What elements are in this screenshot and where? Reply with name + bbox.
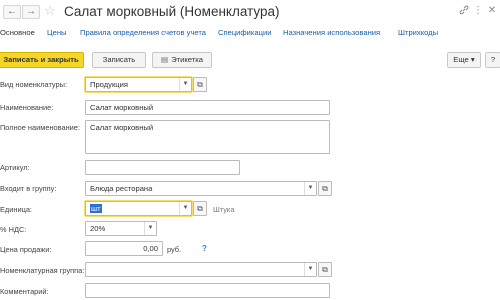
name-label: Наименование: xyxy=(0,103,54,112)
full-name-label: Полное наименование: xyxy=(0,123,80,132)
close-icon[interactable]: ✕ xyxy=(486,5,498,17)
chevron-down-icon[interactable]: ▼ xyxy=(179,202,191,215)
price-input[interactable]: 0,00 xyxy=(85,241,163,256)
title-bar: ← → ☆ Салат морковный (Номенклатура) ⋮ ✕ xyxy=(0,0,500,24)
page-title: Салат морковный (Номенклатура) xyxy=(64,4,280,19)
unit-hint: Штука xyxy=(213,205,235,214)
comment-label: Комментарий: xyxy=(0,287,49,296)
name-input[interactable]: Салат морковный xyxy=(85,100,330,115)
arrow-left-icon: ← xyxy=(7,6,17,17)
group-label: Входит в группу: xyxy=(0,184,57,193)
toolbar: Записать и закрыть Записать ▤ Этикетка Ещ… xyxy=(0,52,500,70)
label-print-button[interactable]: ▤ Этикетка xyxy=(152,52,212,68)
open-icon: ⧉ xyxy=(322,184,328,193)
group-value: Блюда ресторана xyxy=(90,184,153,193)
printer-icon: ▤ xyxy=(161,55,169,64)
save-button[interactable]: Записать xyxy=(92,52,146,68)
vat-select[interactable]: 20% ▼ xyxy=(85,221,157,236)
link-icon[interactable] xyxy=(458,5,470,19)
forward-button[interactable]: → xyxy=(22,5,40,19)
tab-account-rules[interactable]: Правила определения счетов учета xyxy=(80,28,206,37)
unit-open-button[interactable]: ⧉ xyxy=(193,201,207,216)
arrow-right-icon: → xyxy=(26,6,36,17)
open-icon: ⧉ xyxy=(322,265,328,274)
open-icon: ⧉ xyxy=(197,80,203,89)
chevron-down-icon: ▾ xyxy=(470,55,475,64)
vat-label: % НДС: xyxy=(0,225,27,234)
chevron-down-icon[interactable]: ▼ xyxy=(304,182,316,195)
tab-barcodes[interactable]: Штрихкоды xyxy=(398,28,438,37)
price-help-icon[interactable]: ? xyxy=(202,244,207,253)
type-value: Продукция xyxy=(90,80,128,89)
unit-value: шт xyxy=(90,204,102,213)
type-select[interactable]: Продукция ▼ xyxy=(85,77,192,92)
nom-group-label: Номенклатурная группа: xyxy=(0,266,85,275)
article-input[interactable] xyxy=(85,160,240,175)
chevron-down-icon[interactable]: ▼ xyxy=(144,222,156,235)
back-button[interactable]: ← xyxy=(3,5,21,19)
currency-label: руб. xyxy=(167,245,182,254)
tab-prices[interactable]: Цены xyxy=(47,28,67,37)
chevron-down-icon[interactable]: ▼ xyxy=(304,263,316,276)
save-and-close-button[interactable]: Записать и закрыть xyxy=(0,52,84,68)
tab-specifications[interactable]: Спецификации xyxy=(218,28,271,37)
comment-input[interactable] xyxy=(85,283,330,298)
more-label: Еще xyxy=(453,55,469,64)
unit-label: Единица: xyxy=(0,205,32,214)
more-button[interactable]: Еще ▾ xyxy=(447,52,481,68)
price-label: Цена продажи: xyxy=(0,245,52,254)
help-button[interactable]: ? xyxy=(485,52,500,68)
article-label: Артикул: xyxy=(0,163,30,172)
more-vertical-icon[interactable]: ⋮ xyxy=(472,5,484,17)
chevron-down-icon[interactable]: ▼ xyxy=(179,78,191,91)
group-select[interactable]: Блюда ресторана ▼ xyxy=(85,181,317,196)
type-label: Вид номенклатуры: xyxy=(0,80,68,89)
vat-value: 20% xyxy=(90,224,106,233)
group-open-button[interactable]: ⧉ xyxy=(318,181,332,196)
label-print-text: Этикетка xyxy=(171,55,203,64)
nom-group-open-button[interactable]: ⧉ xyxy=(318,262,332,277)
open-icon: ⧉ xyxy=(197,204,203,213)
unit-select[interactable]: шт ▼ xyxy=(85,201,192,216)
type-open-button[interactable]: ⧉ xyxy=(193,77,207,92)
star-icon[interactable]: ☆ xyxy=(44,3,56,19)
nom-group-select[interactable]: ▼ xyxy=(85,262,317,277)
full-name-textarea[interactable]: Салат морковный xyxy=(85,120,330,154)
tab-main[interactable]: Основное xyxy=(0,28,35,37)
tab-usage-purposes[interactable]: Назначения использования xyxy=(283,28,380,37)
